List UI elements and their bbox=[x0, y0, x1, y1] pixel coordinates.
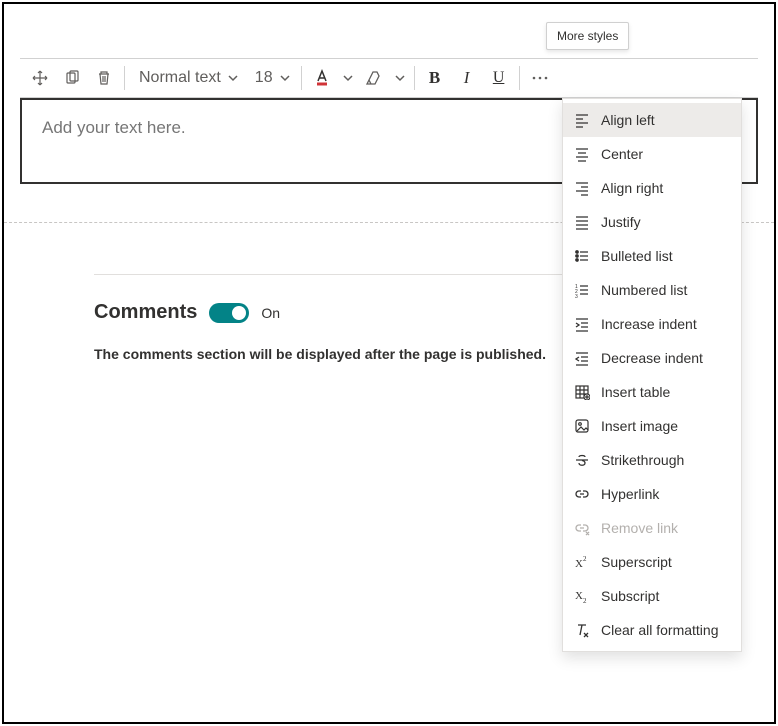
align-left-icon bbox=[573, 111, 591, 129]
clear-formatting-icon bbox=[573, 621, 591, 639]
menu-label: Align right bbox=[601, 180, 663, 196]
highlight-color-chevron[interactable] bbox=[390, 62, 410, 94]
menu-item-superscript[interactable]: X2 Superscript bbox=[563, 545, 741, 579]
menu-item-remove-link: Remove link bbox=[563, 511, 741, 545]
increase-indent-icon bbox=[573, 315, 591, 333]
tooltip-text: More styles bbox=[557, 29, 618, 43]
menu-label: Superscript bbox=[601, 554, 672, 570]
comments-toggle-label: On bbox=[261, 305, 280, 321]
menu-label: Align left bbox=[601, 112, 655, 128]
font-color-chevron[interactable] bbox=[338, 62, 358, 94]
move-button[interactable] bbox=[24, 62, 56, 94]
menu-item-align-left[interactable]: Align left bbox=[563, 103, 741, 137]
chevron-down-icon bbox=[279, 72, 291, 84]
chevron-down-icon bbox=[227, 72, 239, 84]
table-icon bbox=[573, 383, 591, 401]
formatting-toolbar: Normal text 18 bbox=[20, 58, 758, 98]
image-icon bbox=[573, 417, 591, 435]
bulleted-list-icon bbox=[573, 247, 591, 265]
link-icon bbox=[573, 485, 591, 503]
more-styles-tooltip: More styles bbox=[546, 22, 629, 50]
toolbar-separator bbox=[124, 66, 125, 90]
menu-label: Clear all formatting bbox=[601, 622, 719, 638]
menu-label: Numbered list bbox=[601, 282, 687, 298]
menu-item-align-right[interactable]: Align right bbox=[563, 171, 741, 205]
more-styles-button[interactable] bbox=[524, 62, 556, 94]
bold-button[interactable]: B bbox=[419, 62, 451, 94]
menu-item-numbered-list[interactable]: 123 Numbered list bbox=[563, 273, 741, 307]
menu-item-decrease-indent[interactable]: Decrease indent bbox=[563, 341, 741, 375]
toolbar-separator bbox=[519, 66, 520, 90]
font-size-dropdown[interactable]: 18 bbox=[245, 62, 297, 94]
toolbar-separator bbox=[301, 66, 302, 90]
menu-item-hyperlink[interactable]: Hyperlink bbox=[563, 477, 741, 511]
more-styles-menu: Align left Center Align right Justify Bu… bbox=[562, 98, 742, 652]
svg-text:X: X bbox=[575, 558, 583, 570]
remove-link-icon bbox=[573, 519, 591, 537]
justify-icon bbox=[573, 213, 591, 231]
menu-item-center[interactable]: Center bbox=[563, 137, 741, 171]
numbered-list-icon: 123 bbox=[573, 281, 591, 299]
svg-text:X: X bbox=[575, 590, 583, 602]
menu-item-clear-formatting[interactable]: Clear all formatting bbox=[563, 613, 741, 647]
toolbar-separator bbox=[414, 66, 415, 90]
text-style-dropdown[interactable]: Normal text bbox=[129, 62, 245, 94]
menu-label: Insert image bbox=[601, 418, 678, 434]
strikethrough-icon bbox=[573, 451, 591, 469]
highlight-color-button[interactable] bbox=[358, 62, 390, 94]
menu-label: Subscript bbox=[601, 588, 659, 604]
svg-text:2: 2 bbox=[583, 555, 587, 563]
subscript-icon: X2 bbox=[573, 587, 591, 605]
menu-label: Insert table bbox=[601, 384, 670, 400]
menu-item-justify[interactable]: Justify bbox=[563, 205, 741, 239]
menu-label: Bulleted list bbox=[601, 248, 673, 264]
underline-button[interactable]: U bbox=[483, 62, 515, 94]
menu-item-strikethrough[interactable]: Strikethrough bbox=[563, 443, 741, 477]
menu-item-insert-table[interactable]: Insert table bbox=[563, 375, 741, 409]
copy-button[interactable] bbox=[56, 62, 88, 94]
editor-placeholder: Add your text here. bbox=[42, 118, 186, 137]
menu-item-bulleted-list[interactable]: Bulleted list bbox=[563, 239, 741, 273]
delete-button[interactable] bbox=[88, 62, 120, 94]
font-size-value: 18 bbox=[255, 69, 273, 87]
menu-item-increase-indent[interactable]: Increase indent bbox=[563, 307, 741, 341]
menu-item-insert-image[interactable]: Insert image bbox=[563, 409, 741, 443]
align-right-icon bbox=[573, 179, 591, 197]
menu-label: Center bbox=[601, 146, 643, 162]
menu-label: Hyperlink bbox=[601, 486, 659, 502]
toggle-knob bbox=[232, 306, 246, 320]
menu-label: Strikethrough bbox=[601, 452, 684, 468]
svg-text:3: 3 bbox=[575, 294, 578, 298]
menu-label: Decrease indent bbox=[601, 350, 703, 366]
align-center-icon bbox=[573, 145, 591, 163]
comments-toggle[interactable] bbox=[209, 303, 249, 323]
font-color-button[interactable] bbox=[306, 62, 338, 94]
menu-item-subscript[interactable]: X2 Subscript bbox=[563, 579, 741, 613]
superscript-icon: X2 bbox=[573, 553, 591, 571]
menu-label: Justify bbox=[601, 214, 641, 230]
menu-label: Remove link bbox=[601, 520, 678, 536]
italic-button[interactable]: I bbox=[451, 62, 483, 94]
svg-text:2: 2 bbox=[583, 597, 587, 604]
decrease-indent-icon bbox=[573, 349, 591, 367]
menu-label: Increase indent bbox=[601, 316, 697, 332]
text-style-value: Normal text bbox=[139, 69, 221, 87]
comments-title: Comments bbox=[94, 301, 197, 324]
